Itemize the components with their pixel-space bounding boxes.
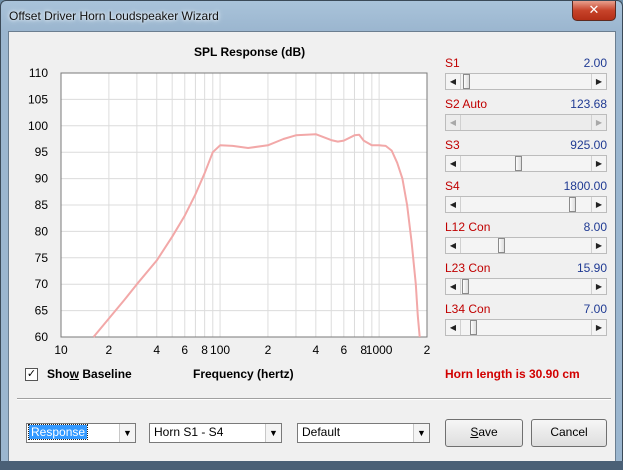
arrow-right-icon[interactable]: ▶ <box>591 238 606 253</box>
param-label: L23 Con <box>445 261 491 275</box>
divider <box>17 398 611 400</box>
y-tick-label: 70 <box>35 277 49 291</box>
x-tick-label: 2 <box>424 343 431 357</box>
param-slider[interactable]: ◀ ▶ <box>445 73 607 90</box>
param-slider[interactable]: ◀ ▶ <box>445 278 607 295</box>
y-tick-label: 75 <box>35 251 49 265</box>
param-label: L12 Con <box>445 220 491 234</box>
show-baseline-checkbox[interactable]: ✓ <box>25 368 38 381</box>
slider-thumb[interactable] <box>569 197 577 212</box>
slider-thumb[interactable] <box>469 320 477 335</box>
chevron-down-icon[interactable]: ▼ <box>265 424 281 442</box>
slider-thumb[interactable] <box>462 279 470 294</box>
y-tick-label: 100 <box>28 119 48 133</box>
arrow-left-icon[interactable]: ◀ <box>446 279 461 294</box>
y-tick-label: 90 <box>35 172 49 186</box>
y-tick-label: 110 <box>29 66 48 80</box>
x-tick-label: 6 <box>340 343 347 357</box>
show-baseline-label[interactable]: Show Baseline <box>47 367 132 381</box>
param-label: S2 Auto <box>445 97 488 111</box>
chevron-down-icon[interactable]: ▼ <box>119 424 135 442</box>
desktop-background <box>0 461 623 470</box>
x-axis-label: Frequency (hertz) <box>193 367 294 381</box>
horn-section-select[interactable]: Horn S1 - S4 ▼ <box>149 423 282 443</box>
slider-thumb[interactable] <box>463 74 471 89</box>
param-slider[interactable]: ◀ ▶ <box>445 319 607 336</box>
x-tick-label: 4 <box>153 343 160 357</box>
view-select[interactable]: Response ▼ <box>26 423 136 443</box>
spl-response-chart: 606570758085909510010511010 2 4 6 8 100 2 4 6 810… <box>28 66 431 357</box>
horn-length-text: Horn length is 30.90 cm <box>445 367 580 381</box>
arrow-left-icon[interactable]: ◀ <box>446 320 461 335</box>
param-value: 2.00 <box>583 56 607 70</box>
close-button[interactable]: ✕ <box>572 1 616 21</box>
arrow-left-icon[interactable]: ◀ <box>446 156 461 171</box>
y-tick-label: 65 <box>35 304 49 318</box>
param-value: 925.00 <box>570 138 607 152</box>
arrow-right-icon[interactable]: ▶ <box>591 279 606 294</box>
arrow-right-icon[interactable]: ▶ <box>591 197 606 212</box>
param-value: 15.90 <box>576 261 607 275</box>
y-tick-label: 95 <box>35 145 49 159</box>
arrow-left-icon: ◀ <box>446 115 461 130</box>
x-tick-label: 6 <box>181 343 188 357</box>
param-slider[interactable]: ◀ ▶ <box>445 237 607 254</box>
param-value: 7.00 <box>583 302 607 316</box>
slider-thumb[interactable] <box>515 156 523 171</box>
param-label: L34 Con <box>445 302 491 316</box>
y-tick-label: 80 <box>35 224 49 238</box>
arrow-right-icon[interactable]: ▶ <box>591 320 606 335</box>
arrow-right-icon: ▶ <box>591 115 606 130</box>
arrow-right-icon[interactable]: ▶ <box>591 156 606 171</box>
cancel-button[interactable]: Cancel <box>531 419 607 447</box>
arrow-left-icon[interactable]: ◀ <box>446 74 461 89</box>
param-label: S3 <box>445 138 460 152</box>
x-tick-label: 2 <box>106 343 113 357</box>
param-value: 1800.00 <box>563 179 607 193</box>
y-tick-label: 105 <box>28 92 48 106</box>
y-tick-label: 85 <box>35 198 49 212</box>
arrow-left-icon[interactable]: ◀ <box>446 238 461 253</box>
x-tick-label: 2 <box>265 343 272 357</box>
param-value: 123.68 <box>570 97 607 111</box>
param-slider[interactable]: ◀ ▶ <box>445 155 607 172</box>
slider-thumb[interactable] <box>497 238 505 253</box>
x-tick-label: 1000 <box>366 343 393 357</box>
y-tick-label: 60 <box>35 330 49 344</box>
title-bar[interactable]: Offset Driver Horn Loudspeaker Wizard ✕ <box>1 1 622 31</box>
wizard-window: Offset Driver Horn Loudspeaker Wizard ✕ … <box>0 0 623 470</box>
param-slider[interactable]: ◀ ▶ <box>445 196 607 213</box>
x-tick-label: 100 <box>210 343 230 357</box>
param-slider: ◀ ▶ <box>445 114 607 131</box>
preset-select-value: Default <box>302 425 341 439</box>
x-tick-label: 8 <box>201 343 208 357</box>
save-button[interactable]: Save <box>445 419 523 447</box>
window-title: Offset Driver Horn Loudspeaker Wizard <box>9 9 219 23</box>
arrow-right-icon[interactable]: ▶ <box>591 74 606 89</box>
client-area: SPL Response (dB) 60 65 70 75 80 85 90 95 100 105… <box>8 31 616 463</box>
param-label: S4 <box>445 179 460 193</box>
param-label: S1 <box>445 56 460 70</box>
param-value: 8.00 <box>583 220 607 234</box>
arrow-left-icon[interactable]: ◀ <box>446 197 461 212</box>
preset-select[interactable]: Default ▼ <box>297 423 430 443</box>
view-select-value: Response <box>27 424 89 440</box>
chevron-down-icon[interactable]: ▼ <box>413 424 429 442</box>
x-tick-label: 4 <box>312 343 319 357</box>
x-tick-label: 10 <box>54 343 68 357</box>
horn-section-select-value: Horn S1 - S4 <box>154 425 224 439</box>
